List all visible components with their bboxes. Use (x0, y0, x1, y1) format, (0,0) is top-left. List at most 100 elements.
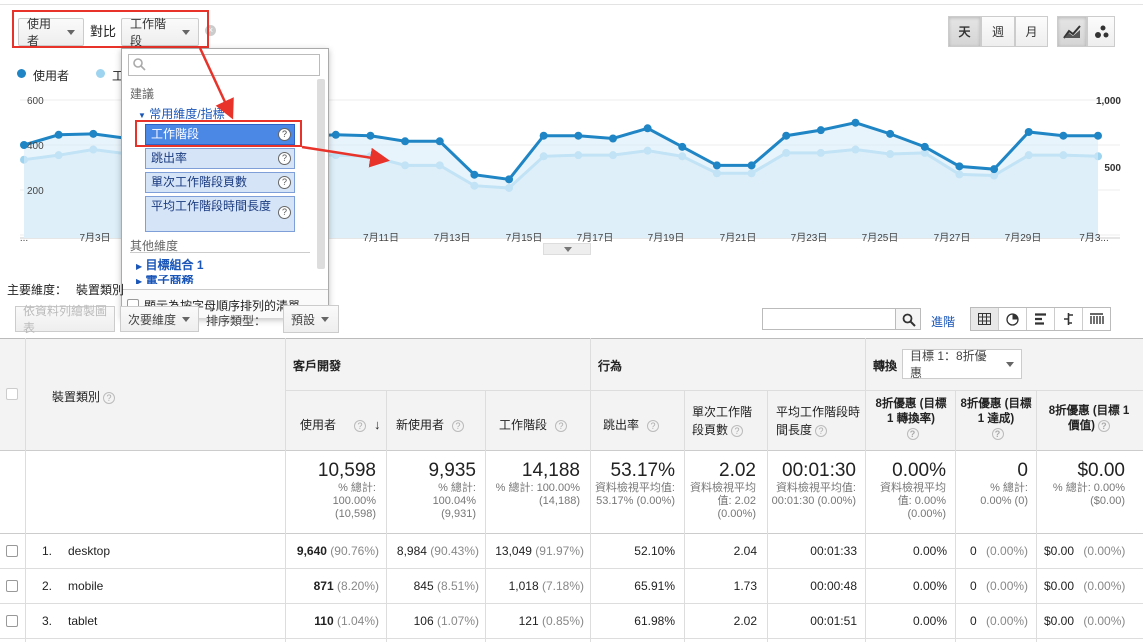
dropdown-item-duration[interactable]: 平均工作階段時間長度? (145, 196, 295, 232)
sessions-header[interactable]: 工作階段? (499, 416, 568, 433)
totals-bounce: 53.17% 資料檢視平均值: 53.17% (0.00%) (593, 460, 675, 508)
completions-header[interactable]: 8折優惠 (目標 1 達成)? (960, 397, 1032, 442)
help-icon[interactable]: ? (647, 419, 660, 432)
sort-type-select[interactable]: 預設 (283, 305, 339, 333)
help-icon[interactable]: ? (278, 206, 291, 219)
row-checkbox[interactable] (6, 580, 18, 592)
ecom-group-label: 電子商務 (145, 275, 194, 284)
cell-completions: 0 (0.00%) (970, 614, 1028, 628)
cell-sessions-value: 1,018 (508, 579, 539, 593)
table-row[interactable]: 2. mobile 871 (8.20%) 845 (8.51%) 1,018 (7.1… (0, 569, 1143, 603)
row-checkbox[interactable] (6, 615, 18, 627)
select-all-checkbox[interactable] (6, 388, 18, 400)
cell-value-value: $0.00 (1044, 579, 1075, 593)
ecom-group-toggle[interactable]: ▶ 電子商務 (136, 275, 306, 284)
totals-value-sub: % 總計: 0.00% ($0.00) (1052, 482, 1125, 507)
pivot-view-button[interactable] (1083, 308, 1110, 330)
help-icon[interactable]: ? (354, 419, 367, 432)
x-tick-label: 7月19日 (648, 232, 685, 244)
cell-new-users-pct: (8.51%) (436, 579, 479, 593)
row-checkbox[interactable] (6, 545, 18, 557)
period-month-button[interactable]: 月 (1015, 16, 1048, 47)
conv-rate-header-label: 8折優惠 (目標 1 轉換率) (875, 398, 947, 425)
cell-conv-rate-value: 0.00% (912, 614, 947, 628)
totals-sessions-value: 14,188 (521, 460, 580, 481)
cell-users-value: 9,640 (296, 544, 327, 558)
cell-value: $0.00 (0.00%) (1044, 614, 1125, 628)
table-row[interactable]: 1. desktop 9,640 (90.76%) 8,984 (90.43%) 13,… (0, 534, 1143, 568)
plot-rows-button[interactable]: 依資料列繪製圖表 (15, 304, 115, 335)
row-index: 2. (42, 579, 53, 593)
cell-pages: 2.04 (688, 544, 757, 558)
motion-chart-toggle[interactable] (1087, 16, 1115, 47)
table-search-input[interactable] (762, 308, 896, 330)
conv-rate-header[interactable]: 8折優惠 (目標 1 轉換率)? (872, 397, 950, 442)
totals-completions-sub: % 總計: 0.00% (0) (980, 482, 1028, 507)
table-row[interactable]: 3. tablet 110 (1.04%) 106 (1.07%) 121 (0.85%… (0, 604, 1143, 638)
pages-header[interactable]: 單次工作階段頁數? (692, 403, 762, 439)
users-header[interactable]: 使用者? ↓ (300, 416, 381, 433)
totals-users-value: 10,598 (317, 460, 376, 481)
header-bottom (0, 450, 1143, 451)
cell-bounce: 52.10% (593, 544, 675, 558)
help-icon[interactable]: ? (731, 424, 744, 437)
help-icon[interactable]: ? (452, 419, 465, 432)
secondary-dimension-select[interactable]: 次要維度 (120, 306, 199, 332)
help-icon[interactable]: ? (1097, 419, 1110, 432)
cell-conv-rate: 0.00% (868, 614, 947, 628)
new-users-header[interactable]: 新使用者? (396, 416, 465, 433)
cell-value: $0.00 (0.00%) (1044, 579, 1125, 593)
sort-desc-icon[interactable]: ↓ (374, 417, 381, 432)
period-day-button[interactable]: 天 (948, 16, 981, 47)
duration-header[interactable]: 平均工作階段時間長度? (776, 403, 861, 439)
cell-pages: 1.73 (688, 579, 757, 593)
primary-dimension-value[interactable]: 裝置類別 (76, 281, 124, 298)
device-column-header[interactable]: 裝置類別? (52, 388, 116, 405)
row-index: 1. (42, 544, 53, 558)
goal-select[interactable]: 目標 1：8折優惠 (902, 349, 1022, 380)
goal-group-toggle[interactable]: ▶ 目標組合 1 (136, 256, 204, 273)
table-search-button[interactable] (895, 308, 921, 330)
cell-value-pct: (0.00%) (1083, 579, 1126, 593)
line-chart-toggle[interactable] (1057, 16, 1087, 47)
row-device-link[interactable]: tablet (68, 614, 97, 628)
data-point (608, 134, 617, 143)
bar-icon (1035, 313, 1046, 325)
x-tick-label: 7月25日 (862, 232, 899, 244)
help-icon[interactable]: ? (103, 391, 116, 404)
value-header[interactable]: 8折優惠 (目標 1 價值)? (1044, 404, 1134, 434)
totals-pages-sub: 資料檢視平均值: 2.02 (0.00%) (690, 482, 756, 520)
cell-value-pct: (0.00%) (1083, 544, 1126, 558)
bounce-header[interactable]: 跳出率? (603, 416, 660, 433)
totals-duration-value: 00:01:30 (782, 460, 856, 481)
help-icon[interactable]: ? (906, 427, 919, 440)
cell-value-pct: (0.00%) (1083, 614, 1126, 628)
help-icon[interactable]: ? (815, 424, 828, 437)
data-table: 裝置類別? 客戶開發 行為 轉換 目標 1：8折優惠 使用者? ↓ 新使用者? 工… (0, 338, 1143, 642)
chart-collapse-handle[interactable] (543, 243, 591, 255)
table-view-button[interactable] (971, 308, 999, 330)
chevron-down-icon (321, 316, 330, 322)
x-tick-label: 7月3日 (79, 232, 110, 244)
totals-pages: 2.02 資料檢視平均值: 2.02 (0.00%) (688, 460, 756, 521)
pie-view-button[interactable] (999, 308, 1027, 330)
compare-view-button[interactable] (1055, 308, 1083, 330)
search-icon (902, 313, 916, 327)
row-device-link[interactable]: desktop (68, 544, 110, 558)
help-icon[interactable]: ? (555, 419, 568, 432)
bar-view-button[interactable] (1027, 308, 1055, 330)
cell-completions: 0 (0.00%) (970, 579, 1028, 593)
cell-completions-value: 0 (970, 544, 977, 558)
totals-conv-rate-sub: 資料檢視平均值: 0.00% (0.00%) (880, 482, 946, 520)
pages-header-label: 單次工作階段頁數 (692, 405, 753, 437)
advanced-link[interactable]: 進階 (931, 313, 955, 330)
view-toggle-group (970, 307, 1111, 331)
row-device-link[interactable]: mobile (68, 579, 103, 593)
totals-new-users: 9,935% 總計: 100.04% (9,931) (390, 460, 476, 521)
totals-users: 10,598% 總計: 100.00% (10,598) (290, 460, 376, 521)
period-week-button[interactable]: 週 (981, 16, 1015, 47)
cell-duration-value: 00:00:48 (810, 579, 857, 593)
data-point (920, 142, 929, 151)
cell-completions-value: 0 (970, 579, 977, 593)
help-icon[interactable]: ? (991, 427, 1004, 440)
